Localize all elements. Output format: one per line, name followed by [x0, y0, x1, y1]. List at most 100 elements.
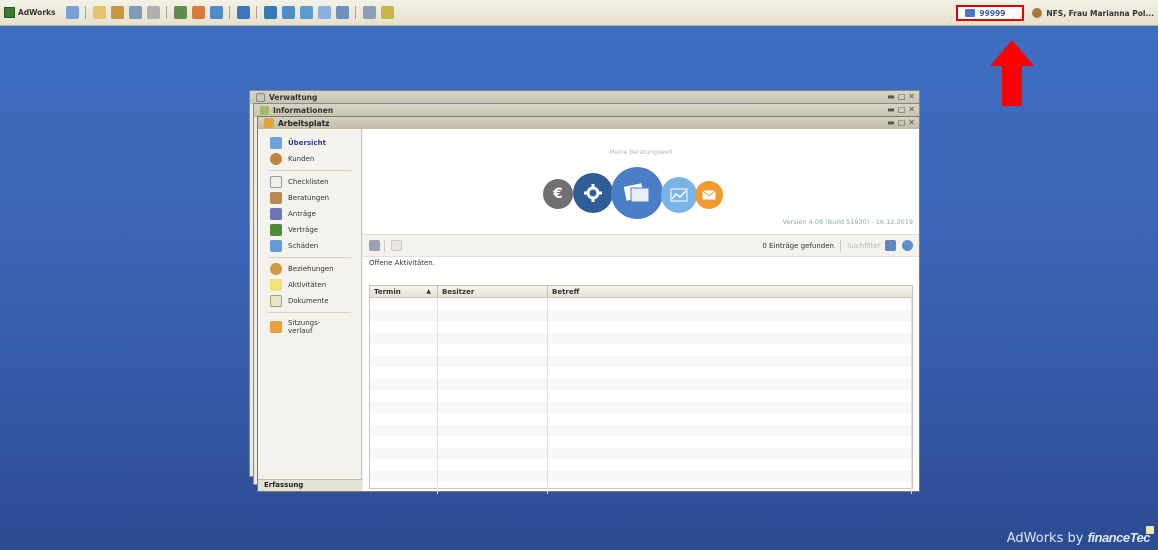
user-id-box[interactable]: 99999	[956, 5, 1025, 21]
report-icon[interactable]	[209, 6, 223, 19]
table-cell	[548, 378, 912, 390]
maximize-icon[interactable]: □	[898, 92, 906, 101]
customer-icon[interactable]	[92, 6, 106, 19]
toolbar-separator	[355, 6, 357, 19]
table-row	[370, 459, 912, 471]
sidebar-item-beratungen[interactable]: Beratungen	[258, 190, 361, 206]
help-icon[interactable]	[380, 6, 394, 19]
sidebar-item-uebersicht[interactable]: Übersicht	[258, 135, 361, 151]
refresh-icon[interactable]	[902, 240, 913, 251]
table-cell	[370, 447, 438, 459]
table-cell	[370, 401, 438, 413]
user-id: 99999	[979, 8, 1006, 18]
window-title: Verwaltung	[269, 93, 318, 102]
sidebar-item-dokumente[interactable]: Dokumente	[258, 293, 361, 309]
sidebar-item-kunden[interactable]: Kunden	[258, 151, 361, 167]
column-header-termin[interactable]: Termin ▲	[370, 286, 438, 297]
close-icon[interactable]: ✕	[908, 92, 915, 101]
application-icon	[270, 208, 282, 220]
window-icon[interactable]	[236, 6, 250, 19]
claims-icon	[270, 240, 282, 252]
table-cell	[370, 355, 438, 367]
column-header-besitzer[interactable]: Besitzer	[438, 286, 548, 297]
column-header-betreff[interactable]: Betreff	[548, 286, 912, 297]
user-name[interactable]: NFS, Frau Marianna Pol...	[1032, 8, 1158, 18]
export-icon[interactable]	[281, 6, 295, 19]
activities-icon	[270, 279, 282, 291]
table-cell	[548, 424, 912, 436]
sidebar: Übersicht Kunden Checklisten Beratungen …	[258, 129, 362, 491]
close-icon[interactable]: ✕	[908, 118, 915, 127]
chart-icon[interactable]	[191, 6, 205, 19]
sidebar-item-label: Beziehungen	[288, 265, 334, 273]
id-card-icon	[965, 9, 976, 17]
table-row	[370, 378, 912, 390]
window-arbeitsplatz[interactable]: Arbeitsplatz ▬ □ ✕ Übersicht Kunden Chec…	[257, 116, 920, 494]
brand-footer: AdWorks by financeTec	[1007, 526, 1154, 546]
sidebar-item-antraege[interactable]: Anträge	[258, 206, 361, 222]
window-titlebar[interactable]: Arbeitsplatz	[258, 117, 919, 129]
sidebar-item-aktivitaeten[interactable]: Aktivitäten	[258, 277, 361, 293]
mail-icon	[695, 181, 723, 209]
brand-company: financeTec	[1087, 530, 1151, 545]
maximize-icon[interactable]: □	[898, 105, 906, 114]
print-icon[interactable]	[317, 6, 331, 19]
table-cell	[548, 436, 912, 448]
documents-icon	[611, 167, 663, 219]
sidebar-item-schaeden[interactable]: Schäden	[258, 238, 361, 254]
minimize-icon[interactable]: ▬	[887, 105, 895, 114]
minimize-icon[interactable]: ▬	[887, 118, 895, 127]
table-cell	[438, 447, 548, 459]
sidebar-item-label: Aktivitäten	[288, 281, 327, 289]
search-filter-input[interactable]: Suchfilter	[847, 242, 885, 250]
table-cell	[548, 355, 912, 367]
table-cell	[370, 378, 438, 390]
table-row	[370, 424, 912, 436]
table-cell	[438, 436, 548, 448]
table-cell	[548, 298, 912, 310]
filter-icon[interactable]	[885, 240, 896, 251]
search-icon[interactable]	[65, 6, 79, 19]
sidebar-item-label: Dokumente	[288, 297, 329, 305]
calendar-icon[interactable]	[173, 6, 187, 19]
edit-icon[interactable]	[146, 6, 160, 19]
document-icon[interactable]	[128, 6, 142, 19]
close-icon[interactable]: ✕	[908, 105, 915, 114]
list-caption: Offene Aktivitäten.	[369, 259, 435, 267]
maximize-icon[interactable]: □	[898, 118, 906, 127]
grid-icon[interactable]	[299, 6, 313, 19]
toolbar-icons	[63, 6, 396, 19]
table-cell	[370, 344, 438, 356]
edit-icon[interactable]	[369, 240, 380, 251]
table-row	[370, 332, 912, 344]
table-cell	[438, 344, 548, 356]
sidebar-item-beziehungen[interactable]: Beziehungen	[258, 261, 361, 277]
sidebar-item-vertraege[interactable]: Verträge	[258, 222, 361, 238]
table-cell	[438, 378, 548, 390]
workplace-icon	[264, 118, 274, 128]
sidebar-footer[interactable]: Erfassung	[258, 479, 362, 491]
table-cell	[370, 367, 438, 379]
app-name: AdWorks	[18, 8, 56, 17]
financetec-logo-icon	[1146, 526, 1154, 534]
adworks-logo-icon	[4, 7, 15, 18]
new-document-icon[interactable]	[391, 240, 402, 251]
toolbar-separator	[166, 6, 168, 19]
contract-icon[interactable]	[110, 6, 124, 19]
table-cell	[438, 390, 548, 402]
minimize-icon[interactable]: ▬	[887, 92, 895, 101]
sync-icon[interactable]	[263, 6, 277, 19]
app-logo[interactable]: AdWorks	[4, 7, 55, 18]
sidebar-item-label: Übersicht	[288, 139, 326, 147]
sidebar-item-checklisten[interactable]: Checklisten	[258, 174, 361, 190]
table-cell	[438, 298, 548, 310]
window-controls: ▬ □ ✕	[884, 118, 915, 127]
sidebar-item-sitzungsverlauf[interactable]: Sitzungs-verlauf	[258, 316, 361, 338]
table-cell	[438, 470, 548, 482]
table-cell	[438, 413, 548, 425]
settings-icon[interactable]	[362, 6, 376, 19]
table-cell	[438, 332, 548, 344]
table-cell	[548, 401, 912, 413]
table-cell	[548, 482, 912, 494]
minimize-all-icon[interactable]	[335, 6, 349, 19]
